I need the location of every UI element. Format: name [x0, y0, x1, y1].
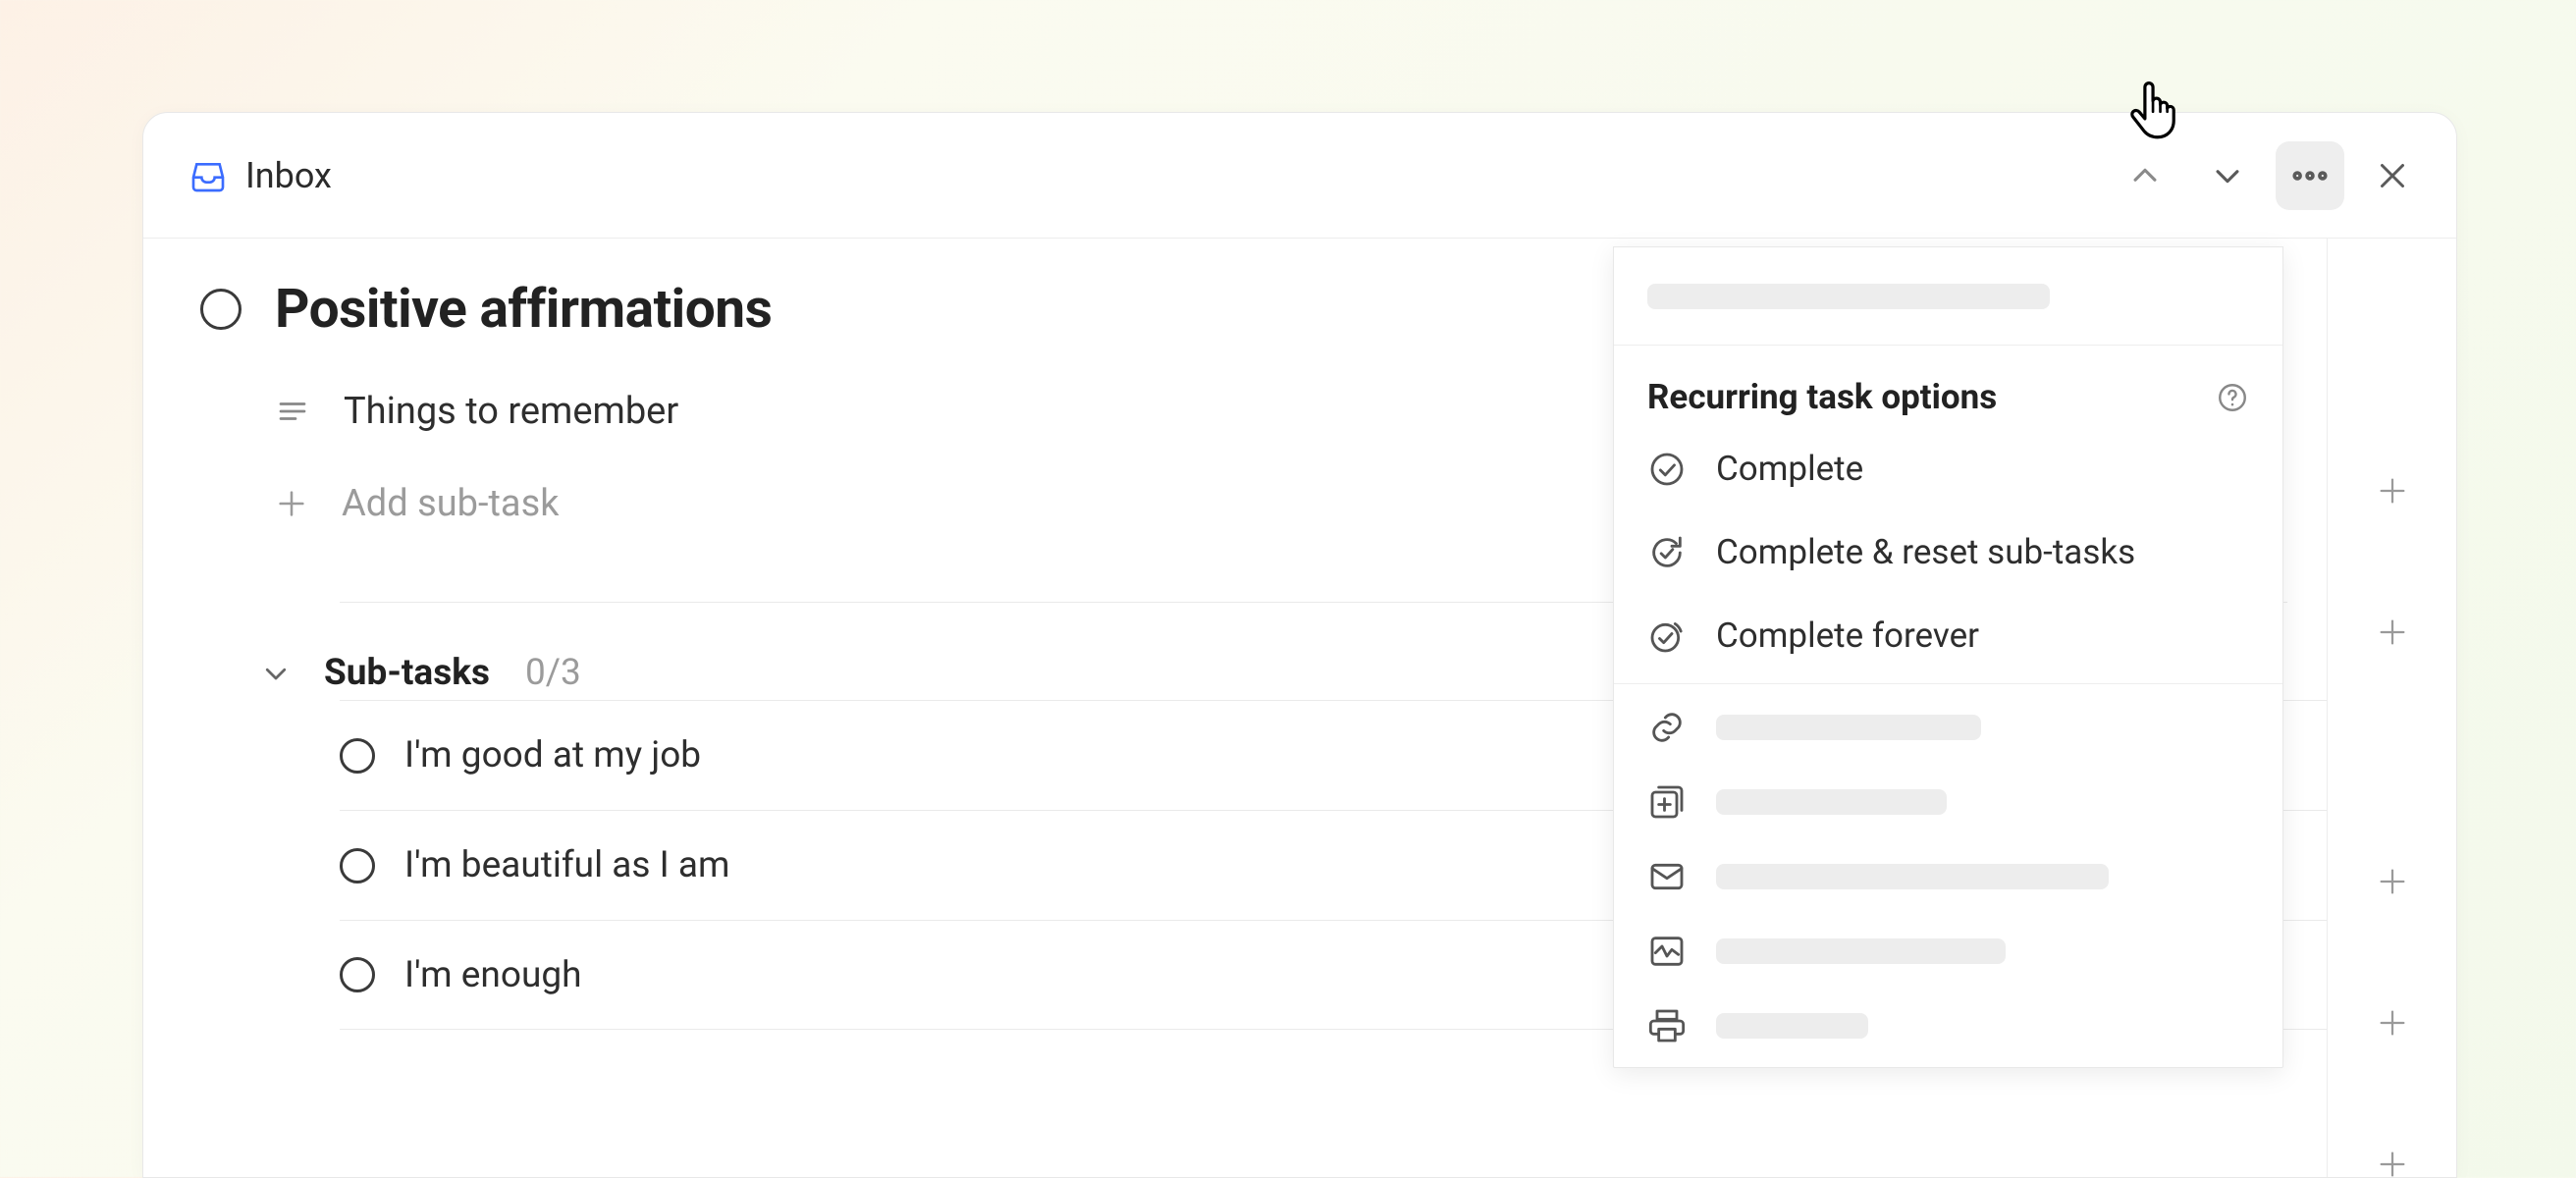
subtask-text: I'm enough — [404, 954, 582, 996]
subtasks-label: Sub-tasks — [324, 652, 490, 694]
description-icon — [275, 394, 310, 429]
menu-item-placeholder[interactable] — [1614, 989, 2282, 1063]
more-menu: Recurring task options Complete Comple — [1613, 246, 2283, 1068]
menu-item-complete[interactable]: Complete — [1614, 427, 2282, 510]
check-circle-icon — [1647, 450, 1687, 489]
more-button[interactable] — [2276, 141, 2344, 210]
refresh-check-icon — [1647, 533, 1687, 572]
subtask-checkbox[interactable] — [340, 738, 375, 774]
rail-add-button[interactable] — [2373, 1148, 2412, 1178]
help-icon[interactable] — [2216, 381, 2249, 414]
menu-item-placeholder[interactable] — [1614, 914, 2282, 989]
main-content: Positive affirmations Things to remember… — [143, 239, 2327, 1177]
rail-add-button[interactable] — [2373, 865, 2412, 898]
rail-add-button[interactable] — [2373, 474, 2412, 508]
menu-item-placeholder[interactable] — [1614, 690, 2282, 765]
menu-item-complete-reset[interactable]: Complete & reset sub-tasks — [1614, 510, 2282, 594]
subtask-checkbox[interactable] — [340, 848, 375, 884]
next-task-button[interactable] — [2193, 141, 2262, 210]
header: Inbox — [143, 113, 2456, 239]
rail-add-button[interactable] — [2373, 616, 2412, 649]
subtask-text: I'm good at my job — [404, 734, 701, 776]
task-checkbox[interactable] — [200, 289, 242, 330]
link-icon — [1647, 708, 1687, 747]
menu-item-label: Complete forever — [1716, 616, 1979, 656]
header-title: Inbox — [245, 155, 332, 196]
right-rail — [2327, 239, 2456, 1177]
close-button[interactable] — [2358, 141, 2427, 210]
menu-item-placeholder[interactable] — [1614, 839, 2282, 914]
task-title[interactable]: Positive affirmations — [275, 278, 772, 341]
menu-separator — [1614, 683, 2282, 684]
plus-icon — [275, 487, 308, 520]
task-description: Things to remember — [344, 390, 678, 433]
add-subtask-label: Add sub-task — [342, 482, 559, 525]
task-detail-card: Inbox Positive affirmations — [142, 112, 2457, 1178]
menu-item-label: Complete — [1716, 449, 1863, 489]
menu-item-complete-forever[interactable]: Complete forever — [1614, 594, 2282, 677]
envelope-icon — [1647, 857, 1687, 896]
subtask-checkbox[interactable] — [340, 957, 375, 992]
menu-item-placeholder[interactable] — [1614, 765, 2282, 839]
menu-item-label: Complete & reset sub-tasks — [1716, 532, 2135, 572]
inbox-icon — [188, 156, 228, 195]
menu-top-placeholder — [1614, 247, 2282, 346]
prev-task-button[interactable] — [2111, 141, 2179, 210]
subtask-text: I'm beautiful as I am — [404, 844, 729, 886]
add-square-icon — [1647, 782, 1687, 822]
subtasks-count: 0/3 — [525, 652, 581, 694]
chevron-down-icon — [261, 659, 291, 688]
rail-add-button[interactable] — [2373, 1006, 2412, 1040]
print-icon — [1647, 1006, 1687, 1045]
breadcrumb[interactable]: Inbox — [188, 155, 332, 196]
activity-icon — [1647, 932, 1687, 971]
double-check-circle-icon — [1647, 616, 1687, 656]
menu-section-title: Recurring task options — [1647, 377, 1997, 417]
